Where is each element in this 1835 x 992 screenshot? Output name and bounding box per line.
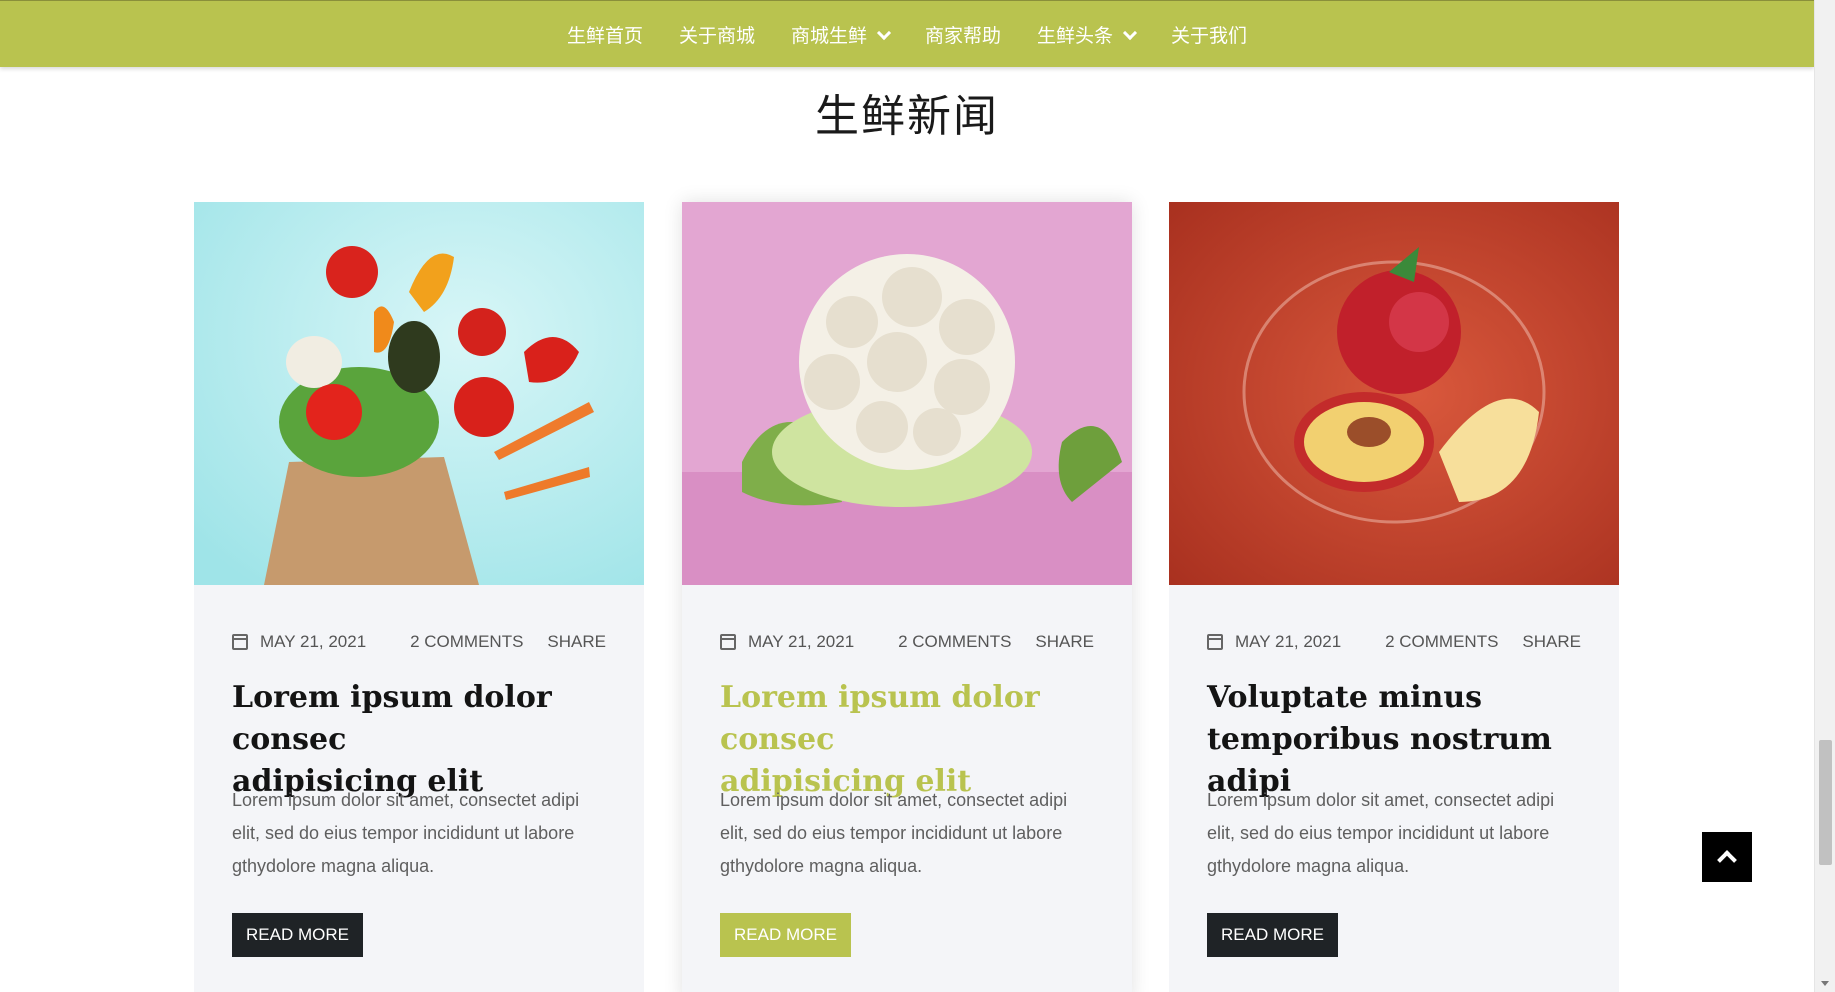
post-comments-link[interactable]: 2 COMMENTS <box>410 632 523 652</box>
nav-item-label: 关于我们 <box>1171 25 1248 47</box>
post-excerpt: Lorem ipsum dolor sit amet, consectet ad… <box>232 790 580 876</box>
section-title: 生鲜新闻 <box>815 91 999 142</box>
nav-item-fresh-headlines[interactable]: 生鲜头条 <box>1019 1 1153 68</box>
post-excerpt: Lorem ipsum dolor sit amet, consectet ad… <box>720 790 1068 876</box>
nav-item-label: 生鲜头条 <box>1037 25 1114 47</box>
nav-item-fresh-products[interactable]: 商城生鲜 <box>773 1 907 68</box>
scrollbar-thumb[interactable] <box>1819 740 1832 865</box>
post-image-vegetables[interactable] <box>194 202 644 585</box>
top-nav-bar: 生鲜首页 关于商城 商城生鲜 商家帮助 生鲜头条 关于我们 <box>0 0 1814 67</box>
calendar-icon <box>720 634 736 650</box>
post-share-link[interactable]: SHARE <box>547 632 606 652</box>
post-title-line: Voluptate minus <box>1207 680 1483 715</box>
post-title-line: Lorem ipsum dolor consec <box>232 680 552 757</box>
main-nav: 生鲜首页 关于商城 商城生鲜 商家帮助 生鲜头条 关于我们 <box>0 1 1814 68</box>
vertical-scrollbar[interactable] <box>1814 0 1835 992</box>
nav-item-label: 商家帮助 <box>925 25 1002 47</box>
post-comments-link[interactable]: 2 COMMENTS <box>1385 632 1498 652</box>
calendar-icon <box>232 634 248 650</box>
read-more-button[interactable]: READ MORE <box>1207 913 1338 957</box>
post-image-cauliflower[interactable] <box>682 202 1132 585</box>
nav-item-merchant-help[interactable]: 商家帮助 <box>907 1 1019 68</box>
scroll-down-arrow-icon[interactable] <box>1821 981 1829 986</box>
post-meta: MAY 21, 2021 2 COMMENTS SHARE <box>1207 632 1581 652</box>
post-share-link[interactable]: SHARE <box>1035 632 1094 652</box>
post-comments-link[interactable]: 2 COMMENTS <box>898 632 1011 652</box>
news-card: MAY 21, 2021 2 COMMENTS SHARE Lorem ipsu… <box>682 202 1132 992</box>
post-date: MAY 21, 2021 <box>260 632 367 651</box>
post-date: MAY 21, 2021 <box>1235 632 1342 651</box>
news-card: MAY 21, 2021 2 COMMENTS SHARE Lorem ipsu… <box>194 202 644 992</box>
back-to-top-button[interactable] <box>1702 832 1752 882</box>
arrow-up-icon <box>1717 850 1737 870</box>
news-card: MAY 21, 2021 2 COMMENTS SHARE Voluptate … <box>1169 202 1619 992</box>
post-meta: MAY 21, 2021 2 COMMENTS SHARE <box>720 632 1094 652</box>
post-image-peach[interactable] <box>1169 202 1619 585</box>
post-share-link[interactable]: SHARE <box>1522 632 1581 652</box>
nav-item-about-us[interactable]: 关于我们 <box>1153 1 1265 68</box>
post-date: MAY 21, 2021 <box>748 632 855 651</box>
nav-item-label: 生鲜首页 <box>566 25 643 47</box>
read-more-button[interactable]: READ MORE <box>232 913 363 957</box>
post-meta: MAY 21, 2021 2 COMMENTS SHARE <box>232 632 606 652</box>
chevron-down-icon <box>876 25 892 40</box>
nav-item-label: 关于商城 <box>678 25 755 47</box>
nav-item-label: 商城生鲜 <box>790 25 867 47</box>
calendar-icon <box>1207 634 1223 650</box>
nav-item-about-mall[interactable]: 关于商城 <box>661 1 773 68</box>
post-title-line: Lorem ipsum dolor consec <box>720 680 1040 757</box>
nav-item-home[interactable]: 生鲜首页 <box>549 1 661 68</box>
chevron-down-icon <box>1122 25 1138 40</box>
post-excerpt: Lorem ipsum dolor sit amet, consectet ad… <box>1207 790 1555 876</box>
read-more-button[interactable]: READ MORE <box>720 913 851 957</box>
